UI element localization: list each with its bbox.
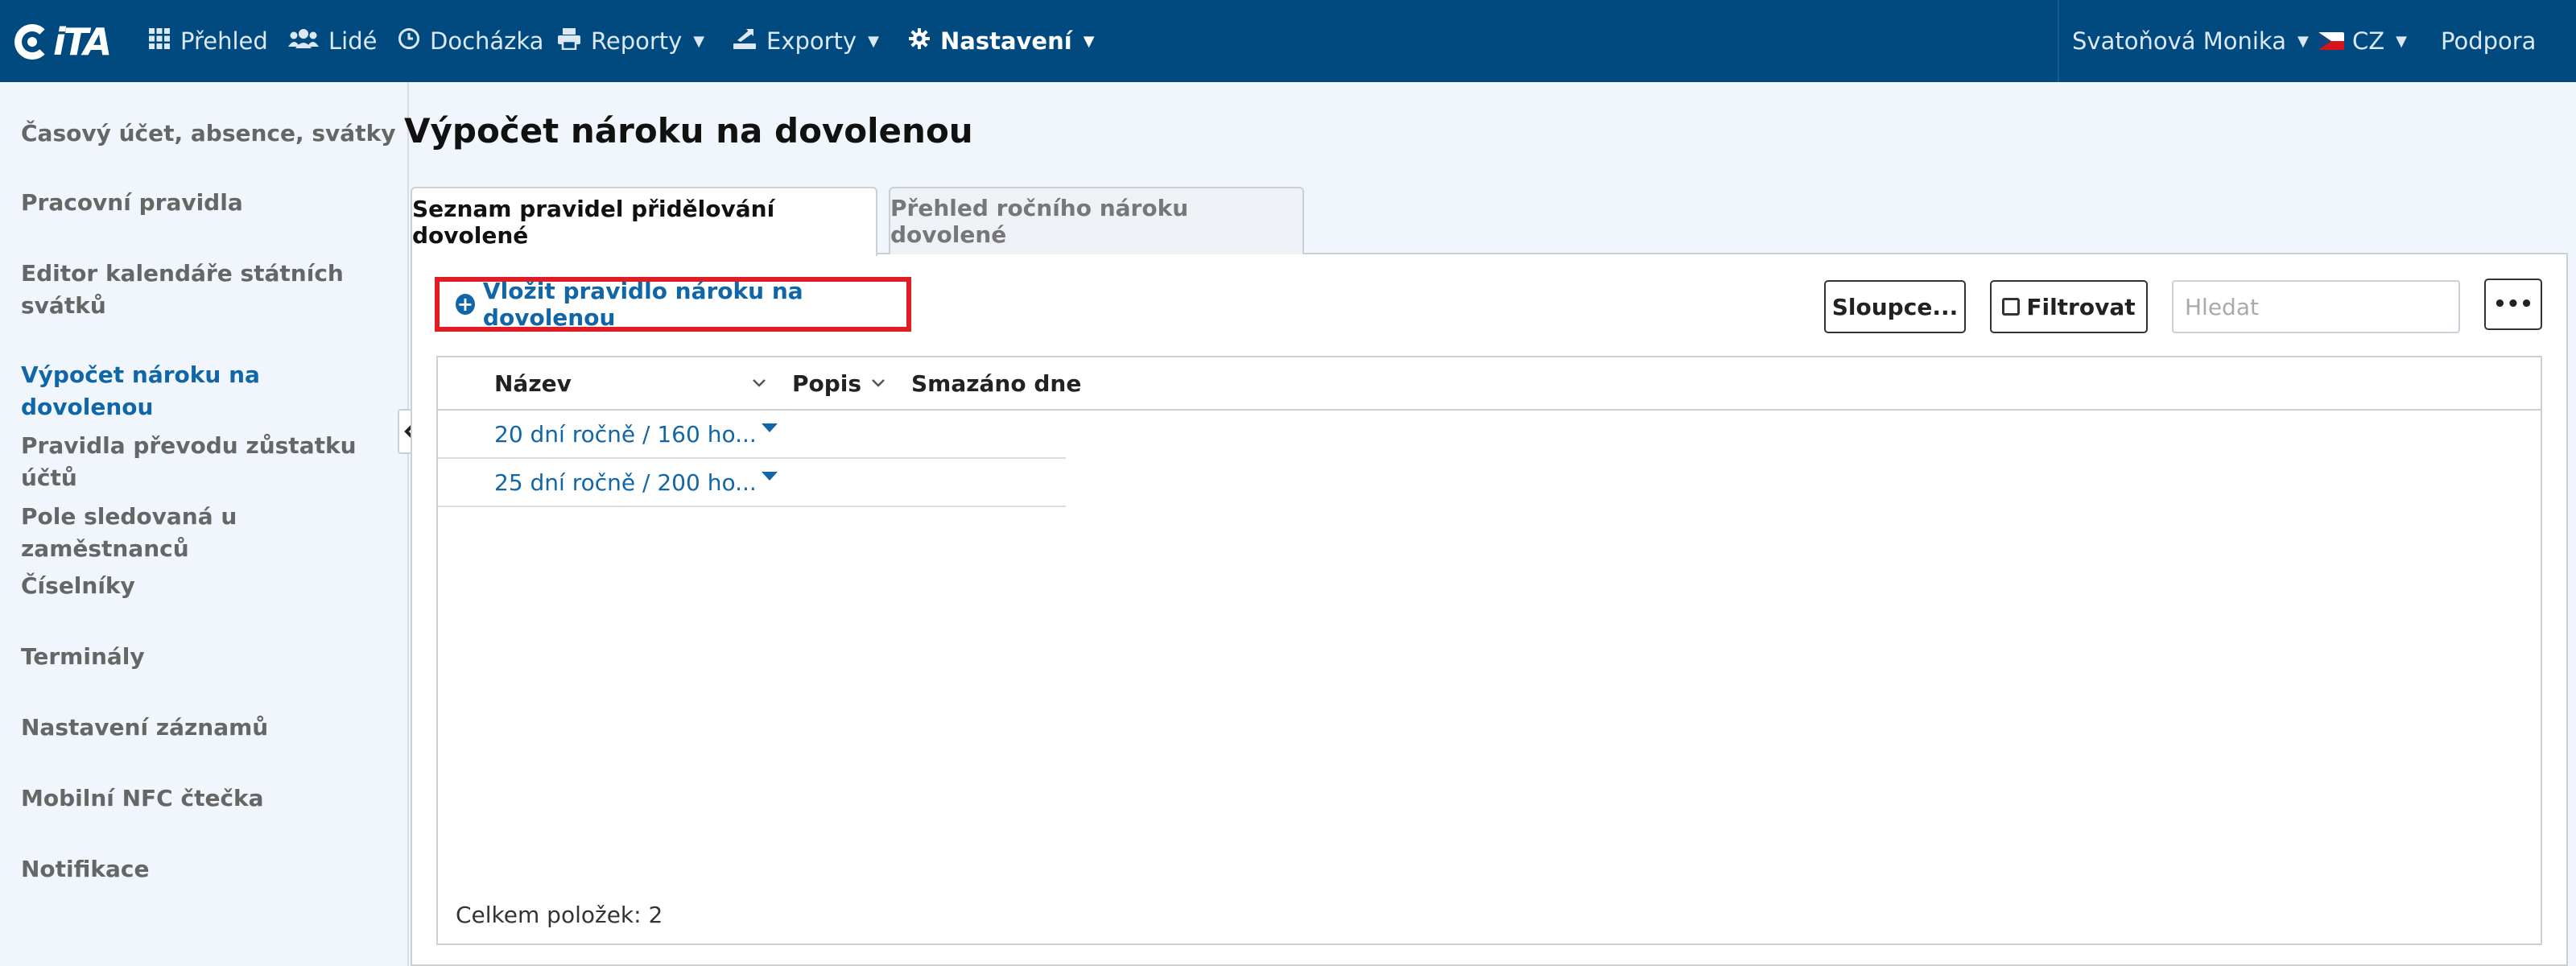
chevron-down-icon: ▼ <box>868 32 879 50</box>
user-menu[interactable]: Svatoňová Monika ▼ <box>2072 0 2309 82</box>
column-header-description[interactable]: Popis <box>792 357 861 409</box>
filter-button[interactable]: Filtrovat <box>1990 280 2148 333</box>
export-icon <box>733 27 757 56</box>
add-vacation-rule-button[interactable]: + Vložit pravidlo nároku na dovolenou <box>435 277 911 332</box>
nav-exporty[interactable]: Exporty ▼ <box>733 0 879 82</box>
nav-nastaveni[interactable]: Nastavení ▼ <box>908 0 1095 82</box>
sidebar-item-work-rules[interactable]: Pracovní pravidla <box>21 187 399 219</box>
users-icon <box>288 27 319 56</box>
nav-label: Docházka <box>430 27 544 55</box>
czech-flag-icon <box>2318 32 2344 50</box>
nav-label: Exporty <box>766 27 857 55</box>
table-row[interactable]: 25 dní ročně / 200 ho... <box>438 459 1066 507</box>
columns-button[interactable]: Sloupce... <box>1824 280 1966 333</box>
sidebar-item-holiday-calendar[interactable]: Editor kalendáře státních svátků <box>21 258 399 322</box>
sidebar-item-codebooks[interactable]: Číselníky <box>21 570 399 602</box>
language-label: CZ <box>2352 27 2385 55</box>
gear-icon <box>908 27 931 56</box>
nav-label: Přehled <box>180 27 268 55</box>
grid-icon <box>148 27 171 56</box>
settings-sidebar: Časový účet, absence, svátky Pracovní pr… <box>0 82 409 966</box>
sort-chevron-icon[interactable] <box>752 357 766 409</box>
nav-reporty[interactable]: Reporty ▼ <box>557 0 704 82</box>
sidebar-item-record-settings[interactable]: Nastavení záznamů <box>21 712 399 744</box>
sidebar-item-nfc-reader[interactable]: Mobilní NFC čtečka <box>21 782 399 815</box>
rules-table: Název Popis Smazáno dne 20 dní ročně / 1… <box>436 356 2542 945</box>
plus-circle-icon: + <box>456 293 475 316</box>
rule-name-link[interactable]: 20 dní ročně / 160 ho... <box>494 411 757 457</box>
sort-chevron-icon[interactable] <box>871 357 886 409</box>
checkbox-icon <box>2002 298 2021 316</box>
chevron-down-icon: ▼ <box>2297 32 2309 50</box>
column-header-deleted-on[interactable]: Smazáno dne <box>911 357 1081 409</box>
page-title: Výpočet nároku na dovolenou <box>404 111 973 151</box>
sidebar-item-balance-transfer[interactable]: Pravidla převodu zůstatku účtů <box>21 430 399 494</box>
table-row[interactable]: 20 dní ročně / 160 ho... <box>438 411 1066 459</box>
sidebar-item-employee-fields[interactable]: Pole sledovaná u zaměstnanců <box>21 501 399 565</box>
chevron-down-icon: ▼ <box>1083 32 1095 50</box>
printer-icon <box>557 27 581 56</box>
caret-down-icon[interactable] <box>762 423 778 432</box>
logo-text: iTA <box>53 20 112 64</box>
nav-dochazka[interactable]: Docházka <box>398 0 543 82</box>
column-header-name[interactable]: Název <box>494 357 572 409</box>
nav-label: Lidé <box>328 27 378 55</box>
app-logo[interactable]: iTA <box>14 20 112 64</box>
nav-prehled[interactable]: Přehled <box>148 0 268 82</box>
chevron-down-icon: ▼ <box>2396 32 2407 50</box>
sidebar-item-time-account[interactable]: Časový účet, absence, svátky <box>21 118 399 150</box>
total-items-count: Celkem položek: 2 <box>456 902 663 928</box>
sidebar-item-vacation-calc[interactable]: Výpočet nároku na dovolenou <box>21 359 399 423</box>
filter-label: Filtrovat <box>2026 293 2136 320</box>
top-navbar: iTA Přehled Lidé Docházka Reporty ▼ Expo… <box>0 0 2576 82</box>
chevron-down-icon: ▼ <box>693 32 705 50</box>
clock-icon <box>398 27 420 56</box>
nav-label: Reporty <box>591 27 683 55</box>
language-menu[interactable]: CZ ▼ <box>2318 0 2407 82</box>
rule-name-link[interactable]: 25 dní ročně / 200 ho... <box>494 459 757 506</box>
caret-down-icon[interactable] <box>762 472 778 481</box>
tab-rules-list[interactable]: Seznam pravidel přidělování dovolené <box>411 187 877 256</box>
logo-c-icon <box>14 24 50 60</box>
nav-label: Nastavení <box>940 27 1072 55</box>
nav-divider <box>2058 0 2059 82</box>
add-button-label: Vložit pravidlo nároku na dovolenou <box>482 278 803 331</box>
sidebar-item-notifications[interactable]: Notifikace <box>21 853 399 886</box>
user-name: Svatoňová Monika <box>2072 27 2286 55</box>
table-header: Název Popis Smazáno dne <box>438 357 2541 411</box>
support-link[interactable]: Podpora <box>2441 0 2536 82</box>
sidebar-item-terminals[interactable]: Terminály <box>21 641 399 673</box>
more-options-button[interactable]: ••• <box>2484 279 2542 330</box>
search-input[interactable] <box>2172 280 2460 333</box>
nav-lide[interactable]: Lidé <box>288 0 377 82</box>
support-label: Podpora <box>2441 27 2537 55</box>
tab-annual-overview[interactable]: Přehled ročního nároku dovolené <box>889 187 1304 254</box>
